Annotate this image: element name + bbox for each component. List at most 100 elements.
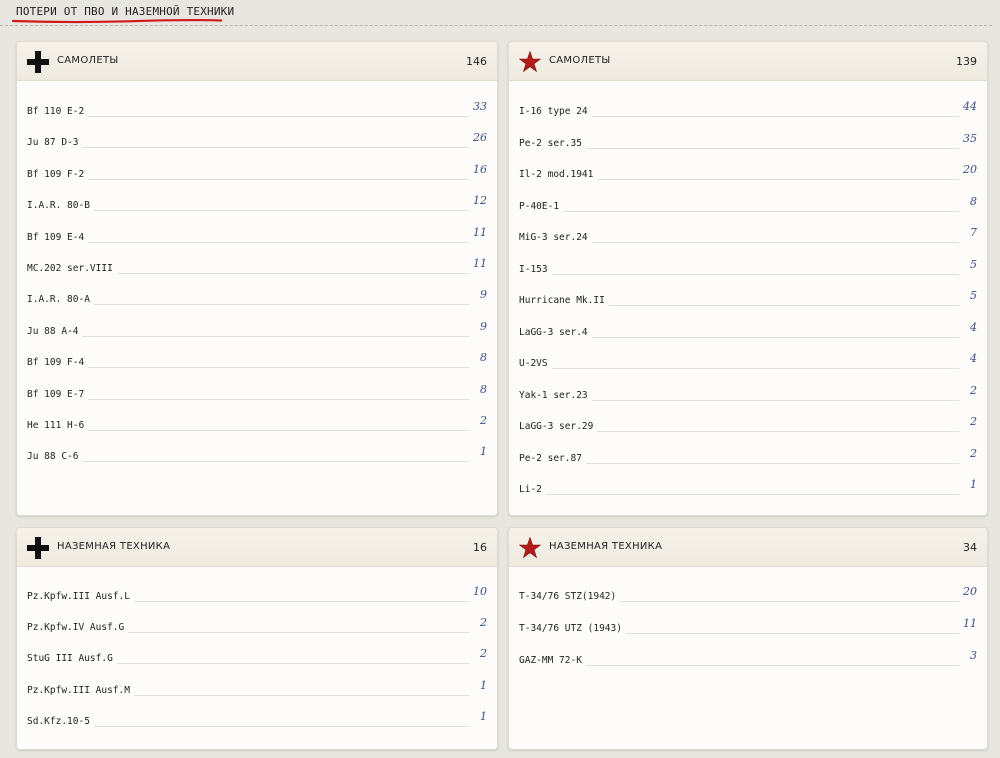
vehicle-name: MiG-3 ser.24 [519,232,592,243]
vehicle-name: I-16 type 24 [519,106,592,117]
list-item: StuG III Ausf.G 2 [27,642,487,666]
list-item: Bf 109 E-7 8 [27,378,487,402]
list-item: Bf 110 E-2 33 [27,95,487,119]
card-header: НАЗЕМНАЯ ТЕХНИКА 16 [17,528,497,567]
vehicle-name: Ju 88 A-4 [27,325,83,337]
vehicle-name: I-153 [519,263,552,275]
loss-count: 35 [963,131,977,145]
loss-count: 44 [963,100,977,113]
loss-count: 20 [963,585,977,598]
list-item: I-16 type 24 44 [519,95,977,119]
card-soviet-aircraft: САМОЛЕТЫ 139 I-16 type 24 44 Pe-2 ser.35 35… [508,41,988,516]
vehicle-name: Bf 109 E-4 [27,231,89,243]
leader-line [519,494,959,495]
loss-count: 11 [473,257,487,270]
leader-line [27,241,469,243]
leader-line [27,367,469,369]
loss-count: 26 [473,131,487,145]
loss-count: 1 [970,478,977,491]
vehicle-name: Ju 88 C-6 [27,451,83,463]
vehicle-name: T-34/76 STZ(1942) [519,591,621,602]
loss-count: 11 [473,225,487,239]
vehicle-name: I.A.R. 80-A [27,294,94,306]
list-item: Il-2 mod.1941 20 [519,158,977,182]
loss-count: 4 [970,352,977,365]
vehicle-name: StuG III Ausf.G [27,653,117,665]
leader-line [27,430,469,431]
loss-count: 16 [473,162,487,176]
loss-count: 33 [473,100,487,113]
loss-count: 1 [480,709,487,723]
vehicle-name: MC.202 ser.VIII [27,263,117,274]
list-item: MiG-3 ser.24 7 [519,221,977,245]
card-german-aircraft: САМОЛЕТЫ 146 Bf 110 E-2 33 Ju 87 D-3 26 Bf 1… [16,41,498,516]
red-star-icon [519,51,541,73]
section-header: ПОТЕРИ ОТ ПВО И НАЗЕМНОЙ ТЕХНИКИ [0,0,992,26]
leader-line [27,178,469,180]
balkenkreuz-icon [27,51,49,73]
list-item: U-2VS 4 [519,347,977,371]
list-item: Bf 109 F-4 8 [27,346,487,370]
loss-count: 5 [970,257,977,271]
vehicle-name: Pz.Kpfw.III Ausf.M [27,684,134,696]
list-item: Pz.Kpfw.III Ausf.M 1 [27,674,487,698]
vehicle-name: I.A.R. 80-B [27,200,94,212]
vehicle-name: LaGG-3 ser.29 [519,421,598,432]
leader-line [27,398,469,400]
loss-count: 2 [970,415,977,428]
vehicle-name: Yak-1 ser.23 [519,389,592,401]
list-item: I.A.R. 80-A 9 [27,283,487,307]
loss-count: 4 [970,320,977,334]
vehicle-name: T-34/76 UTZ (1943) [519,623,626,634]
loss-count: 12 [473,194,487,208]
leader-line [27,335,469,337]
loss-count: 1 [480,678,487,692]
list-item: Ju 87 D-3 26 [27,126,487,150]
list-item: LaGG-3 ser.29 2 [519,410,977,434]
loss-count: 9 [480,319,487,333]
card-title: САМОЛЕТЫ [57,55,119,66]
card-total: 139 [956,55,977,68]
leader-line [27,461,469,463]
list-item: T-34/76 UTZ (1943) 11 [519,612,977,636]
losses-page: ПОТЕРИ ОТ ПВО И НАЗЕМНОЙ ТЕХНИКИ САМОЛЕТ… [0,0,1000,758]
card-total: 34 [963,541,977,554]
card-total: 146 [466,55,487,68]
card-header: САМОЛЕТЫ 139 [509,42,987,81]
loss-count: 11 [963,617,977,630]
red-underline-mark [12,18,222,24]
vehicle-name: Il-2 mod.1941 [519,169,598,180]
loss-count: 2 [970,383,977,397]
list-item: GAZ-MM 72-K 3 [519,644,977,668]
list-item: Ju 88 C-6 1 [27,440,487,464]
card-soviet-ground: НАЗЕМНАЯ ТЕХНИКА 34 T-34/76 STZ(1942) 20 T… [508,527,988,750]
section-title: ПОТЕРИ ОТ ПВО И НАЗЕМНОЙ ТЕХНИКИ [16,5,235,18]
loss-count: 3 [970,649,977,662]
list-item: Bf 109 F-2 16 [27,158,487,182]
loss-count: 9 [480,288,487,302]
vehicle-name: Bf 109 F-2 [27,168,89,180]
loss-count: 1 [480,445,487,459]
loss-count: 7 [970,226,977,239]
loss-count: 20 [963,163,977,176]
card-header: НАЗЕМНАЯ ТЕХНИКА 34 [509,528,987,567]
vehicle-name: Pe-2 ser.87 [519,452,586,464]
list-item: Sd.Kfz.10-5 1 [27,705,487,729]
list-item: He 111 H-6 2 [27,409,487,433]
card-title: САМОЛЕТЫ [549,55,611,66]
card-total: 16 [473,541,487,554]
leader-line [27,147,469,149]
vehicle-name: Bf 109 F-4 [27,357,89,369]
list-item: Ju 88 A-4 9 [27,315,487,339]
vehicle-name: LaGG-3 ser.4 [519,326,592,338]
loss-count: 2 [970,446,977,460]
vehicle-name: Sd.Kfz.10-5 [27,715,94,727]
card-german-ground: НАЗЕМНАЯ ТЕХНИКА 16 Pz.Kpfw.III Ausf.L 10… [16,527,498,750]
loss-count: 8 [480,351,487,365]
vehicle-name: Ju 87 D-3 [27,137,83,149]
vehicle-name: Bf 109 E-7 [27,388,89,400]
loss-count: 2 [480,414,487,427]
list-item: T-34/76 STZ(1942) 20 [519,580,977,604]
list-item: Bf 109 E-4 11 [27,221,487,245]
vehicle-name: GAZ-MM 72-K [519,655,586,666]
